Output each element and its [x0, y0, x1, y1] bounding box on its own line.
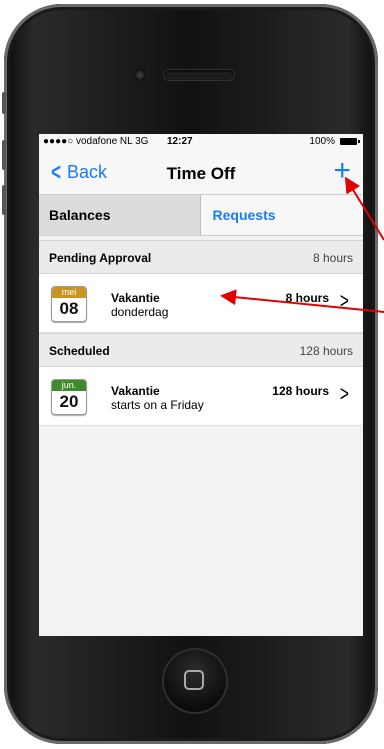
request-title: Vakantie	[111, 291, 160, 305]
request-hours: 128 hours	[272, 384, 329, 398]
battery-icon	[340, 138, 360, 145]
calendar-icon: jun. 20	[51, 379, 87, 415]
chevron-right-icon: >	[340, 288, 350, 313]
request-row-scheduled[interactable]: jun. 20 Vakantie starts on a Friday 128 …	[39, 367, 363, 426]
tab-requests[interactable]: Requests	[200, 195, 363, 235]
earpiece-speaker	[164, 70, 234, 80]
request-row-pending[interactable]: mei 08 Vakantie donderdag 8 hours >	[39, 274, 363, 333]
add-request-button[interactable]: +	[333, 156, 351, 186]
volume-down-button	[2, 185, 6, 215]
calendar-month: jun.	[52, 380, 86, 391]
mute-switch	[2, 92, 6, 114]
clock: 12:27	[167, 136, 193, 147]
section-total: 128 hours	[299, 344, 353, 358]
status-bar: ●●●●○ vodafone NL 3G 12:27 100%	[39, 134, 363, 150]
battery-percent: 100%	[309, 136, 335, 147]
request-subtitle: starts on a Friday	[111, 398, 204, 412]
home-square-icon	[184, 670, 204, 690]
section-label: Pending Approval	[49, 251, 152, 265]
carrier-label: ●●●●○ vodafone NL 3G	[43, 136, 149, 147]
empty-area	[39, 426, 363, 626]
request-subtitle: donderdag	[111, 305, 169, 319]
navigation-bar: < Back Time Off +	[39, 150, 363, 195]
request-title: Vakantie	[111, 384, 160, 398]
section-total: 8 hours	[312, 251, 353, 265]
calendar-day: 20	[59, 392, 79, 411]
segmented-control: Balances Requests	[39, 195, 363, 236]
front-camera	[134, 69, 146, 81]
chevron-right-icon: >	[340, 381, 350, 406]
tab-balances[interactable]: Balances	[39, 195, 201, 235]
request-hours: 8 hours	[285, 291, 329, 305]
calendar-month: mei	[52, 287, 86, 298]
calendar-day: 08	[59, 299, 79, 318]
page-title: Time Off	[166, 164, 236, 183]
section-label: Scheduled	[49, 344, 110, 358]
section-header-scheduled: Scheduled 128 hours	[39, 333, 363, 367]
volume-up-button	[2, 140, 6, 170]
calendar-icon: mei 08	[51, 286, 87, 322]
screen: ●●●●○ vodafone NL 3G 12:27 100% < Back T…	[39, 134, 363, 636]
section-header-pending: Pending Approval 8 hours	[39, 240, 363, 274]
